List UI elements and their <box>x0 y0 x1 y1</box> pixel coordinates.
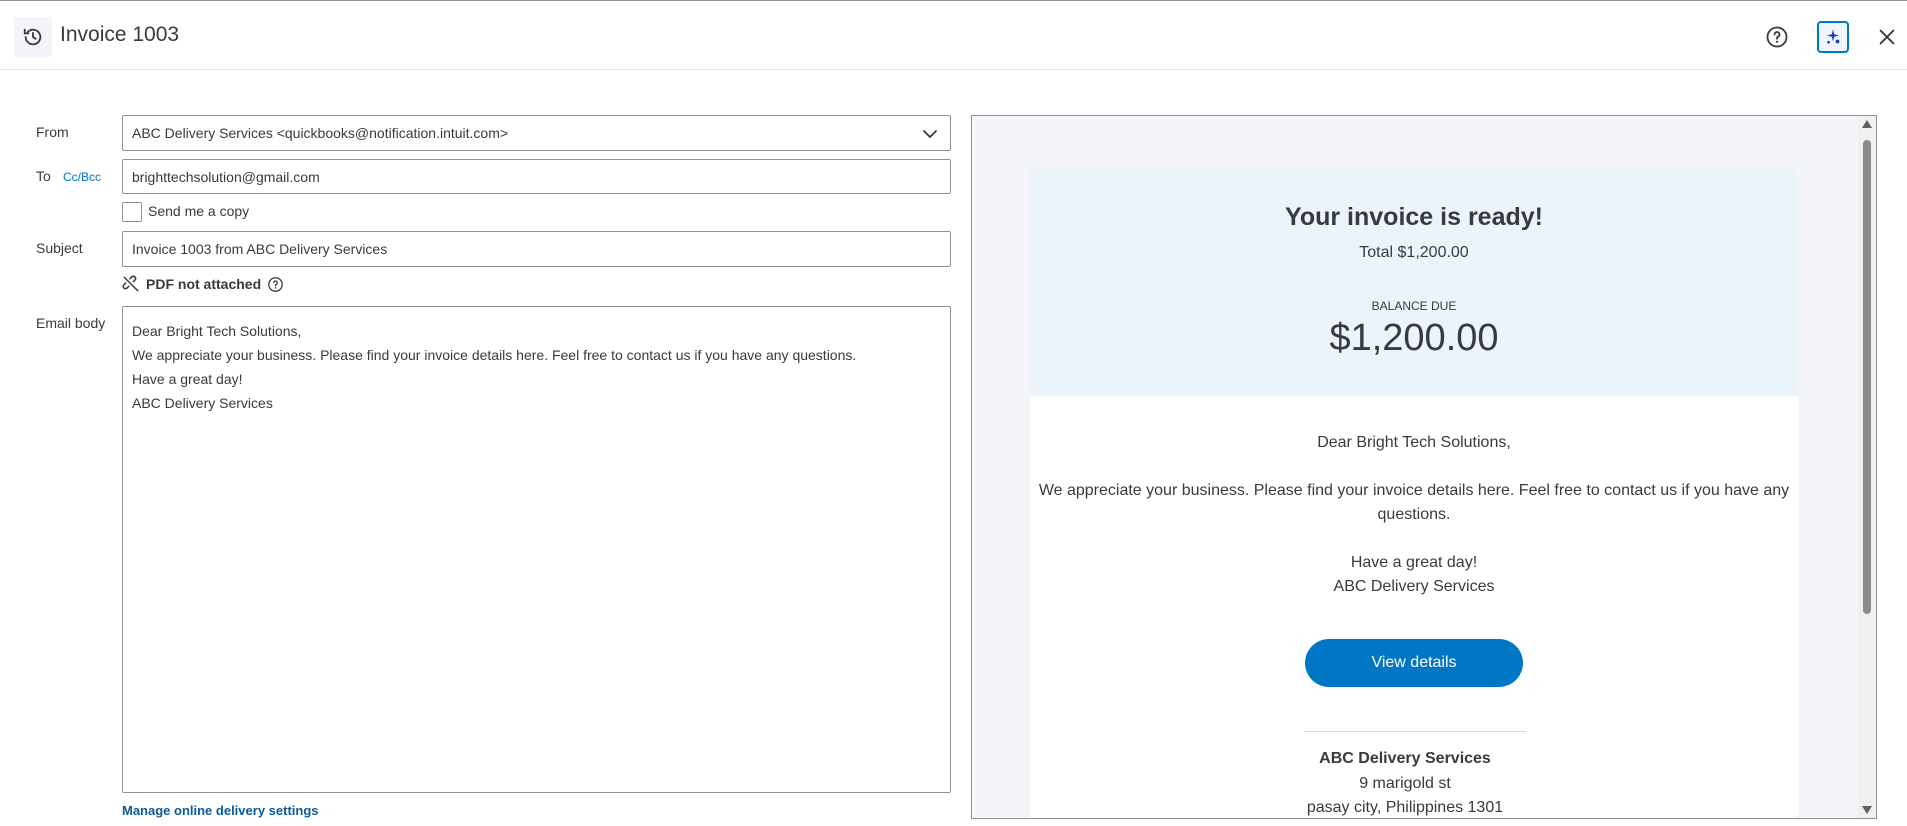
preview-heading: Your invoice is ready! <box>1285 203 1543 231</box>
company-address-line: pasay city, Philippines 1301 <box>1306 799 1504 816</box>
body-line: Dear Bright Tech Solutions, <box>132 323 302 339</box>
company-address-line: 9 marigold st <box>1359 775 1451 792</box>
pdf-status-text: PDF not attached <box>146 276 262 292</box>
balance-due-label: BALANCE DUE <box>1371 299 1457 313</box>
cc-bcc-link[interactable]: Cc/Bcc <box>63 170 101 184</box>
divider <box>1304 731 1526 732</box>
unlink-icon <box>122 275 139 292</box>
preview-card: Your invoice is ready! Total $1,200.00 B… <box>1030 169 1798 818</box>
to-field[interactable]: brighttechsolution@gmail.com <box>122 159 951 194</box>
preview-message-line: questions. <box>1377 506 1451 523</box>
chevron-down-icon <box>923 130 937 138</box>
body-line: ABC Delivery Services <box>132 395 273 411</box>
send-copy-checkbox[interactable] <box>122 202 142 222</box>
body-line: Have a great day! <box>132 371 243 387</box>
from-select[interactable]: ABC Delivery Services <quickbooks@notifi… <box>122 115 951 151</box>
history-icon <box>23 28 42 46</box>
ai-assistant-icon <box>1827 29 1840 44</box>
dialog-header: Invoice 1003 <box>0 0 1907 70</box>
email-body-textarea[interactable]: Dear Bright Tech Solutions, We appreciat… <box>122 306 951 793</box>
preview-summary: Your invoice is ready! Total $1,200.00 B… <box>1030 169 1798 396</box>
from-value: ABC Delivery Services <quickbooks@notifi… <box>132 125 509 141</box>
to-label: To <box>36 168 51 184</box>
scroll-thumb[interactable] <box>1863 140 1871 614</box>
company-name: ABC Delivery Services <box>1319 750 1491 767</box>
email-body-label: Email body <box>36 315 106 331</box>
close-button[interactable] <box>1876 26 1898 48</box>
body-line: We appreciate your business. Please find… <box>132 347 857 363</box>
preview-signature: ABC Delivery Services <box>1333 578 1495 595</box>
preview-message-line: We appreciate your business. Please find… <box>1038 482 1790 499</box>
preview-closing: Have a great day! <box>1350 554 1478 571</box>
scroll-up-arrow-icon[interactable] <box>1862 120 1872 128</box>
info-icon[interactable] <box>267 276 284 293</box>
subject-field[interactable]: Invoice 1003 from ABC Delivery Services <box>122 231 951 267</box>
page-title: Invoice 1003 <box>60 23 180 46</box>
email-preview: Your invoice is ready! Total $1,200.00 B… <box>971 115 1877 819</box>
preview-scrollbar[interactable] <box>1858 116 1876 818</box>
scroll-down-arrow-icon[interactable] <box>1862 806 1872 814</box>
close-icon <box>1879 29 1895 45</box>
ai-assistant-button[interactable] <box>1817 21 1849 53</box>
view-details-button[interactable]: View details <box>1305 639 1523 687</box>
preview-greeting: Dear Bright Tech Solutions, <box>1317 434 1511 451</box>
manage-delivery-settings-link[interactable]: Manage online delivery settings <box>122 803 319 818</box>
subject-value: Invoice 1003 from ABC Delivery Services <box>132 241 388 257</box>
from-label: From <box>36 124 69 140</box>
balance-due-amount: $1,200.00 <box>1329 317 1499 359</box>
help-button[interactable] <box>1765 25 1789 49</box>
send-copy-label: Send me a copy <box>148 203 250 219</box>
subject-label: Subject <box>36 240 83 256</box>
to-value: brighttechsolution@gmail.com <box>132 168 320 185</box>
pdf-status: PDF not attached <box>122 275 284 293</box>
history-button[interactable] <box>14 17 52 57</box>
preview-total: Total $1,200.00 <box>1359 244 1469 261</box>
help-icon <box>1766 26 1788 48</box>
